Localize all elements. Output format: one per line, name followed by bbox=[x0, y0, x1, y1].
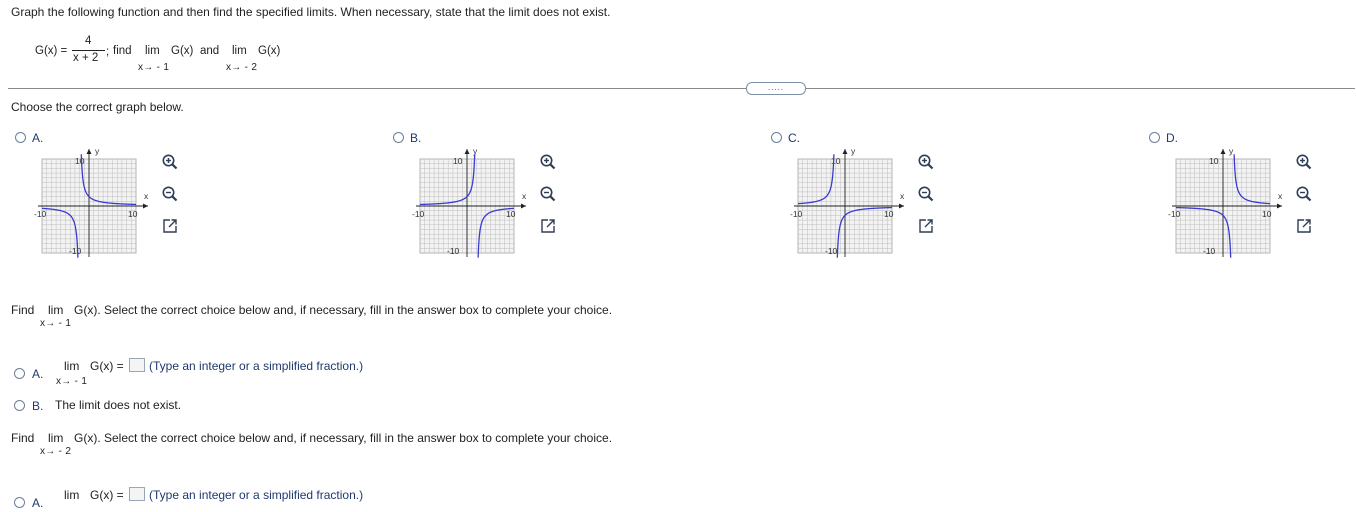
section-divider bbox=[8, 88, 1355, 89]
graph-option-a-letter[interactable]: A. bbox=[32, 131, 43, 145]
external-link-icon[interactable] bbox=[1295, 217, 1313, 235]
y-axis-label: y bbox=[1229, 146, 1234, 156]
q2-answer-input[interactable] bbox=[129, 487, 145, 501]
graph-c: y x 10 -10 -10 10 bbox=[790, 146, 905, 258]
q1-option-b-letter[interactable]: B. bbox=[32, 399, 43, 413]
lim-2: lim bbox=[232, 45, 247, 57]
graph-option-d-radio[interactable] bbox=[1149, 132, 1160, 143]
graph-option-b[interactable]: B. y x 10 -10 -10 10 bbox=[393, 128, 753, 273]
q2-option-a-letter[interactable]: A. bbox=[32, 496, 43, 510]
graph-option-c-radio[interactable] bbox=[771, 132, 782, 143]
lim-2-expr: G(x) bbox=[258, 45, 281, 57]
q2-prompt: G(x). Select the correct choice below an… bbox=[74, 431, 613, 445]
graph-prompt: Choose the correct graph below. bbox=[11, 100, 184, 114]
q2-subscript: x→ - 2 bbox=[40, 446, 72, 457]
graph-option-a-radio[interactable] bbox=[15, 132, 26, 143]
zoom-out-icon[interactable] bbox=[1295, 185, 1313, 203]
q1-option-a-letter[interactable]: A. bbox=[32, 367, 43, 381]
x-min-label: -10 bbox=[1168, 209, 1181, 219]
q1-option-b-radio[interactable] bbox=[14, 400, 25, 411]
graph-option-b-letter[interactable]: B. bbox=[410, 131, 421, 145]
zoom-out-icon[interactable] bbox=[539, 185, 557, 203]
zoom-in-icon[interactable] bbox=[1295, 153, 1313, 171]
y-max-label: 10 bbox=[453, 156, 463, 166]
zoom-in-icon[interactable] bbox=[539, 153, 557, 171]
x-axis-label: x bbox=[1278, 191, 1283, 201]
external-link-icon[interactable] bbox=[539, 217, 557, 235]
y-max-label: 10 bbox=[831, 156, 841, 166]
graph-b: y x 10 -10 -10 10 bbox=[412, 146, 527, 258]
q2-option-a-radio[interactable] bbox=[14, 497, 25, 508]
fraction-denominator: x + 2 bbox=[73, 52, 99, 64]
q1-option-a-expr: G(x) = bbox=[90, 359, 124, 373]
q1-find: Find bbox=[11, 303, 35, 317]
graph-option-b-radio[interactable] bbox=[393, 132, 404, 143]
q1-option-a-lim: lim bbox=[64, 359, 80, 373]
fraction-numerator: 4 bbox=[85, 35, 92, 47]
external-link-icon[interactable] bbox=[917, 217, 935, 235]
x-axis-label: x bbox=[144, 191, 149, 201]
graph-d: y x 10 -10 -10 10 bbox=[1168, 146, 1283, 258]
q2-lim: lim bbox=[48, 431, 64, 445]
x-axis-label: x bbox=[522, 191, 527, 201]
graph-a: y x 10 -10 -10 10 bbox=[34, 146, 149, 258]
y-axis-label: y bbox=[851, 146, 856, 156]
lim-1-expr: G(x) bbox=[171, 45, 194, 57]
x-max-label: 10 bbox=[128, 209, 138, 219]
q1-option-b-text[interactable]: The limit does not exist. bbox=[55, 398, 181, 412]
x-axis-label: x bbox=[900, 191, 905, 201]
y-min-label: -10 bbox=[1203, 246, 1216, 256]
q2-option-a-hint: (Type an integer or a simplified fractio… bbox=[149, 488, 364, 502]
x-max-label: 10 bbox=[884, 209, 894, 219]
x-max-label: 10 bbox=[506, 209, 516, 219]
q1-option-a-radio[interactable] bbox=[14, 368, 25, 379]
expand-toggle[interactable]: ..... bbox=[746, 82, 806, 95]
y-axis-label: y bbox=[95, 146, 100, 156]
q1-prompt: G(x). Select the correct choice below an… bbox=[74, 303, 613, 317]
y-min-label: -10 bbox=[447, 246, 460, 256]
y-min-label: -10 bbox=[825, 246, 838, 256]
q1-option-a-subscript: x→ - 1 bbox=[56, 376, 88, 387]
fraction-bar bbox=[72, 50, 105, 51]
graph-option-d-letter[interactable]: D. bbox=[1166, 131, 1178, 145]
zoom-in-icon[interactable] bbox=[917, 153, 935, 171]
q1-answer-input[interactable] bbox=[129, 358, 145, 372]
graph-option-c-letter[interactable]: C. bbox=[788, 131, 800, 145]
graph-option-a[interactable]: A. y x 10 -10 -10 10 bbox=[15, 128, 375, 273]
q1-option-a-hint: (Type an integer or a simplified fractio… bbox=[149, 359, 364, 373]
external-link-icon[interactable] bbox=[161, 217, 179, 235]
x-min-label: -10 bbox=[790, 209, 803, 219]
x-min-label: -10 bbox=[34, 209, 47, 219]
lim-1-subscript: x→ - 1 bbox=[138, 62, 170, 73]
and-word: and bbox=[200, 45, 220, 57]
x-max-label: 10 bbox=[1262, 209, 1272, 219]
find-word: find bbox=[113, 45, 132, 57]
q2-option-a-expr: G(x) = bbox=[90, 488, 124, 502]
lim-2-subscript: x→ - 2 bbox=[226, 62, 258, 73]
y-axis-label: y bbox=[473, 146, 478, 156]
zoom-out-icon[interactable] bbox=[161, 185, 179, 203]
function-lhs: G(x) = bbox=[35, 45, 68, 57]
q1-subscript: x→ - 1 bbox=[40, 318, 72, 329]
instructions: Graph the following function and then fi… bbox=[11, 5, 611, 19]
zoom-out-icon[interactable] bbox=[917, 185, 935, 203]
q2-find: Find bbox=[11, 431, 35, 445]
zoom-in-icon[interactable] bbox=[161, 153, 179, 171]
x-min-label: -10 bbox=[412, 209, 425, 219]
graph-option-c[interactable]: C. y x 10 -10 -10 10 bbox=[771, 128, 1131, 273]
graph-option-d[interactable]: D. y x 10 -10 -10 10 bbox=[1149, 128, 1356, 273]
q1-lim: lim bbox=[48, 303, 64, 317]
q2-option-a-lim: lim bbox=[64, 488, 80, 502]
y-min-label: -10 bbox=[69, 246, 82, 256]
lim-1: lim bbox=[145, 45, 160, 57]
y-max-label: 10 bbox=[75, 156, 85, 166]
y-max-label: 10 bbox=[1209, 156, 1219, 166]
semicolon: ; bbox=[106, 46, 110, 58]
